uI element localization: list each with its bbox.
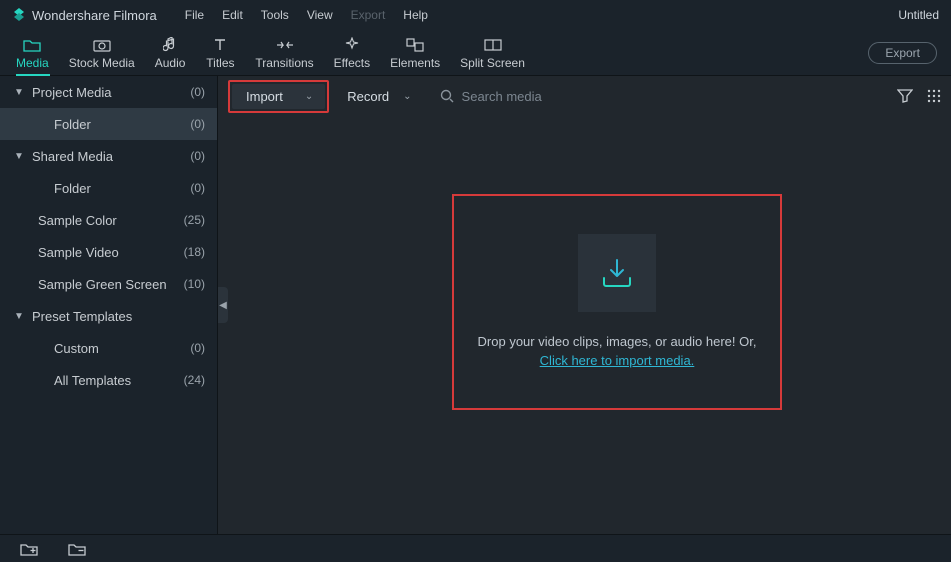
app-logo-icon [12,8,26,22]
sidebar-custom[interactable]: Custom (0) [0,332,217,364]
transitions-icon [276,36,294,54]
status-bar [0,534,951,562]
record-dropdown[interactable]: Record ⌄ [339,84,419,109]
menu-file[interactable]: File [185,8,204,22]
main-area: ▼ Project Media (0) Folder (0) ▼ Shared … [0,76,951,534]
canvas: Import ⌄ Record ⌄ ◀ [218,76,951,534]
text-icon [213,36,227,54]
sidebar-shared-folder[interactable]: Folder (0) [0,172,217,204]
new-folder-icon[interactable] [20,542,38,556]
project-title: Untitled [898,8,939,22]
view-options [897,89,941,103]
import-highlight: Import ⌄ [228,80,329,113]
shapes-icon [406,36,424,54]
sidebar-project-folder[interactable]: Folder (0) [0,108,217,140]
sidebar-sample-green-screen[interactable]: Sample Green Screen (10) [0,268,217,300]
collapse-sidebar-handle[interactable]: ◀ [218,287,228,323]
toolbar: Media Stock Media Audio Titles Transitio… [0,30,951,76]
chevron-down-icon: ▼ [14,311,26,322]
menu-help[interactable]: Help [403,8,428,22]
sidebar-shared-media[interactable]: ▼ Shared Media (0) [0,140,217,172]
sidebar: ▼ Project Media (0) Folder (0) ▼ Shared … [0,76,218,534]
menu-bar: File Edit Tools View Export Help [185,8,428,22]
dropzone-text: Drop your video clips, images, or audio … [478,332,757,371]
import-dropdown[interactable]: Import ⌄ [232,84,325,109]
dropzone[interactable]: Drop your video clips, images, or audio … [452,194,782,410]
chevron-down-icon: ▼ [14,87,26,98]
tab-effects[interactable]: Effects [324,36,380,70]
sidebar-all-templates[interactable]: All Templates (24) [0,364,217,396]
chevron-down-icon: ⌄ [305,91,313,102]
import-media-link[interactable]: Click here to import media. [540,353,695,368]
sidebar-sample-color[interactable]: Sample Color (25) [0,204,217,236]
active-tab-underline [16,74,50,76]
music-note-icon [163,36,177,54]
tab-audio[interactable]: Audio [145,36,196,70]
menu-tools[interactable]: Tools [261,8,289,22]
split-icon [484,36,502,54]
filter-icon[interactable] [897,89,913,103]
tab-titles[interactable]: Titles [195,36,245,70]
sidebar-project-media[interactable]: ▼ Project Media (0) [0,76,217,108]
tab-transitions[interactable]: Transitions [245,36,323,70]
delete-folder-icon[interactable] [68,542,86,556]
app-title: Wondershare Filmora [32,8,157,23]
menu-edit[interactable]: Edit [222,8,243,22]
sidebar-preset-templates[interactable]: ▼ Preset Templates [0,300,217,332]
menu-export: Export [351,8,386,22]
search-input[interactable] [462,89,887,104]
search-icon [440,89,454,103]
tab-media[interactable]: Media [6,36,59,70]
canvas-toolbar: Import ⌄ Record ⌄ [218,76,951,116]
grid-view-icon[interactable] [927,89,941,103]
import-icon [578,234,656,312]
menu-view[interactable]: View [307,8,333,22]
chevron-down-icon: ▼ [14,151,26,162]
chevron-down-icon: ⌄ [403,91,411,102]
sidebar-sample-video[interactable]: Sample Video (18) [0,236,217,268]
search-wrap [430,89,887,104]
sparkle-icon [344,36,360,54]
tab-elements[interactable]: Elements [380,36,450,70]
camera-icon [93,36,111,54]
export-button[interactable]: Export [868,42,937,64]
folder-icon [23,36,41,54]
tab-split-screen[interactable]: Split Screen [450,36,535,70]
tab-stock-media[interactable]: Stock Media [59,36,145,70]
title-bar: Wondershare Filmora File Edit Tools View… [0,0,951,30]
